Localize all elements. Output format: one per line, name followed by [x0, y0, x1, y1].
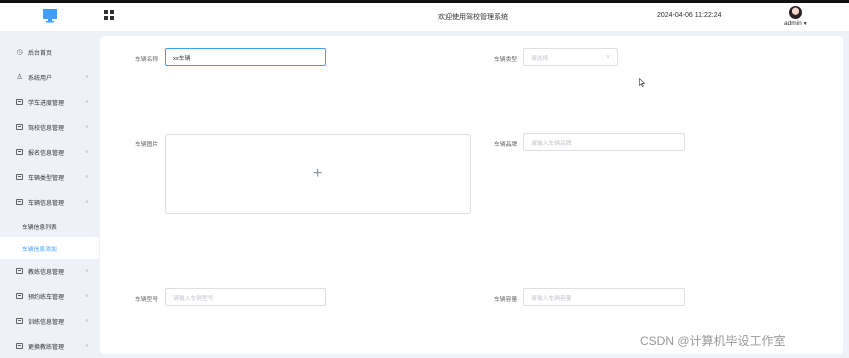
box-icon	[16, 149, 23, 156]
box-icon	[16, 268, 23, 275]
box-icon	[16, 318, 23, 325]
vehicle-brand-input[interactable]: 请输入车辆品牌	[523, 133, 685, 151]
top-header: 欢迎使用驾校管理系统 2024-04-06 11:22:24 admin▼	[0, 3, 849, 31]
sidebar-subitem-vehicle-list[interactable]: 车辆信息列表	[0, 215, 99, 237]
box-icon	[16, 343, 23, 350]
sidebar-item-label: 车辆类型管理	[28, 175, 65, 182]
sidebar-item-label: 车辆信息管理	[28, 200, 65, 207]
vehicle-name-input[interactable]: xx车辆	[165, 48, 326, 66]
chevron-down-icon: ∨	[85, 268, 89, 274]
chevron-down-icon: ∨	[85, 174, 89, 180]
sidebar-item-change-coach[interactable]: 更换教练管理 ∨	[0, 334, 99, 358]
sidebar-item-label: 训练信息管理	[28, 319, 65, 326]
sidebar-item-vehicle-info[interactable]: 车辆信息管理 ∧	[0, 190, 99, 214]
main-form-panel: 车辆名称 xx车辆 车辆类型 请选择 ∨ 车辆图片 + 车辆品牌 请输入车辆品牌…	[100, 36, 843, 354]
sidebar-subitem-vehicle-add[interactable]: 车辆信息添加	[0, 237, 99, 259]
sidebar-item-training[interactable]: 训练信息管理 ∨	[0, 309, 99, 333]
sidebar-item-label: 预约练车管理	[28, 294, 65, 301]
system-title: 欢迎使用驾校管理系统	[438, 14, 508, 21]
vehicle-image-upload[interactable]: +	[165, 134, 471, 214]
sidebar-item-label: 后台首页	[28, 50, 53, 57]
sidebar-item-label: 系统用户	[28, 75, 53, 82]
plus-icon: +	[313, 165, 323, 182]
sidebar-subitem-label: 车辆信息添加	[22, 246, 57, 253]
chevron-down-icon: ∨	[606, 54, 610, 60]
vehicle-model-input[interactable]: 请输入车辆型号	[165, 288, 326, 306]
vehicle-brand-label: 车辆品牌	[494, 142, 518, 148]
chevron-down-icon: ∨	[85, 149, 89, 155]
avatar[interactable]	[789, 6, 802, 19]
sidebar-item-vehicle-type[interactable]: 车辆类型管理 ∨	[0, 165, 99, 189]
vehicle-capacity-input[interactable]: 请输入车辆容量	[523, 288, 685, 306]
box-icon	[16, 174, 23, 181]
sidebar-item-coach[interactable]: 教练信息管理 ∨	[0, 259, 99, 283]
sidebar-item-label: 驾校信息管理	[28, 125, 65, 132]
vehicle-model-label: 车辆型号	[135, 297, 159, 303]
vehicle-type-placeholder: 请选择	[531, 55, 549, 62]
sidebar-item-label: 学车进度管理	[28, 100, 65, 107]
current-datetime: 2024-04-06 11:22:24	[657, 12, 722, 19]
sidebar-item-registration[interactable]: 报名信息管理 ∨	[0, 140, 99, 164]
box-icon	[16, 124, 23, 131]
sidebar-subitem-label: 车辆信息列表	[22, 224, 57, 231]
menu-toggle-icon[interactable]	[104, 10, 114, 20]
chevron-down-icon: ∨	[85, 293, 89, 299]
vehicle-name-label: 车辆名称	[135, 57, 159, 63]
username: admin	[784, 20, 802, 27]
sidebar-item-users[interactable]: ♙ 系统用户 ∨	[0, 65, 99, 89]
box-icon	[16, 293, 23, 300]
chevron-down-icon: ∨	[85, 99, 89, 105]
clock-icon: ◷	[16, 49, 23, 56]
mouse-pointer-icon	[639, 78, 645, 87]
box-icon	[16, 99, 23, 106]
chevron-down-icon: ∨	[85, 343, 89, 349]
user-icon: ♙	[16, 74, 23, 81]
sidebar-item-label: 报名信息管理	[28, 150, 65, 157]
watermark: CSDN @计算机毕设工作室	[640, 334, 786, 348]
sidebar: ◷ 后台首页 ♙ 系统用户 ∨ 学车进度管理 ∨ 驾校信息管理 ∨ 报名信息管理…	[0, 33, 99, 354]
chevron-down-icon: ∨	[85, 74, 89, 80]
caret-down-icon: ▼	[802, 21, 808, 27]
vehicle-type-label: 车辆类型	[494, 57, 518, 63]
box-icon	[16, 199, 23, 206]
chevron-down-icon: ∨	[85, 318, 89, 324]
chevron-down-icon: ∨	[85, 124, 89, 130]
sidebar-item-label: 教练信息管理	[28, 269, 65, 276]
vehicle-capacity-label: 车辆容量	[494, 297, 518, 303]
sidebar-item-school[interactable]: 驾校信息管理 ∨	[0, 115, 99, 139]
user-dropdown[interactable]: admin▼	[784, 20, 808, 27]
sidebar-item-progress[interactable]: 学车进度管理 ∨	[0, 90, 99, 114]
monitor-icon	[43, 9, 57, 23]
vehicle-type-select[interactable]: 请选择 ∨	[523, 48, 618, 66]
sidebar-item-booking[interactable]: 预约练车管理 ∨	[0, 284, 99, 308]
chevron-up-icon: ∧	[85, 199, 89, 205]
vehicle-image-label: 车辆图片	[135, 142, 159, 148]
sidebar-item-home[interactable]: ◷ 后台首页	[0, 40, 99, 64]
sidebar-item-label: 更换教练管理	[28, 344, 65, 351]
